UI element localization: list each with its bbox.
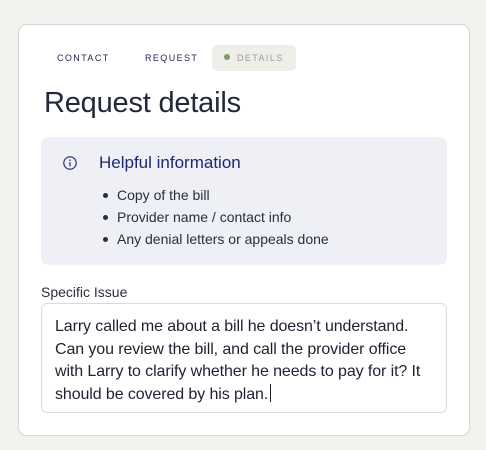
step-contact[interactable]: CONTACT — [57, 45, 110, 71]
step-request[interactable]: REQUEST — [145, 45, 198, 71]
info-list: Copy of the bill Provider name / contact… — [103, 184, 329, 250]
step-details-label: DETAILS — [237, 53, 284, 63]
request-details-card: CONTACT REQUEST DETAILS Request details … — [18, 24, 470, 436]
page-title: Request details — [44, 87, 241, 119]
info-list-item: Copy of the bill — [103, 184, 329, 206]
info-list-item: Provider name / contact info — [103, 206, 329, 228]
info-circle-icon — [63, 156, 77, 170]
specific-issue-textarea[interactable]: Larry called me about a bill he doesn’t … — [41, 303, 447, 413]
helpful-information-box: Helpful information Copy of the bill Pro… — [41, 137, 447, 265]
specific-issue-text: Larry called me about a bill he doesn’t … — [55, 318, 425, 403]
info-heading: Helpful information — [99, 153, 241, 172]
text-caret — [270, 383, 272, 402]
info-list-item: Any denial letters or appeals done — [103, 228, 329, 250]
step-indicator: CONTACT REQUEST DETAILS — [19, 45, 469, 71]
active-step-dot — [224, 54, 230, 60]
specific-issue-label: Specific Issue — [41, 284, 128, 300]
step-details[interactable]: DETAILS — [212, 45, 296, 71]
